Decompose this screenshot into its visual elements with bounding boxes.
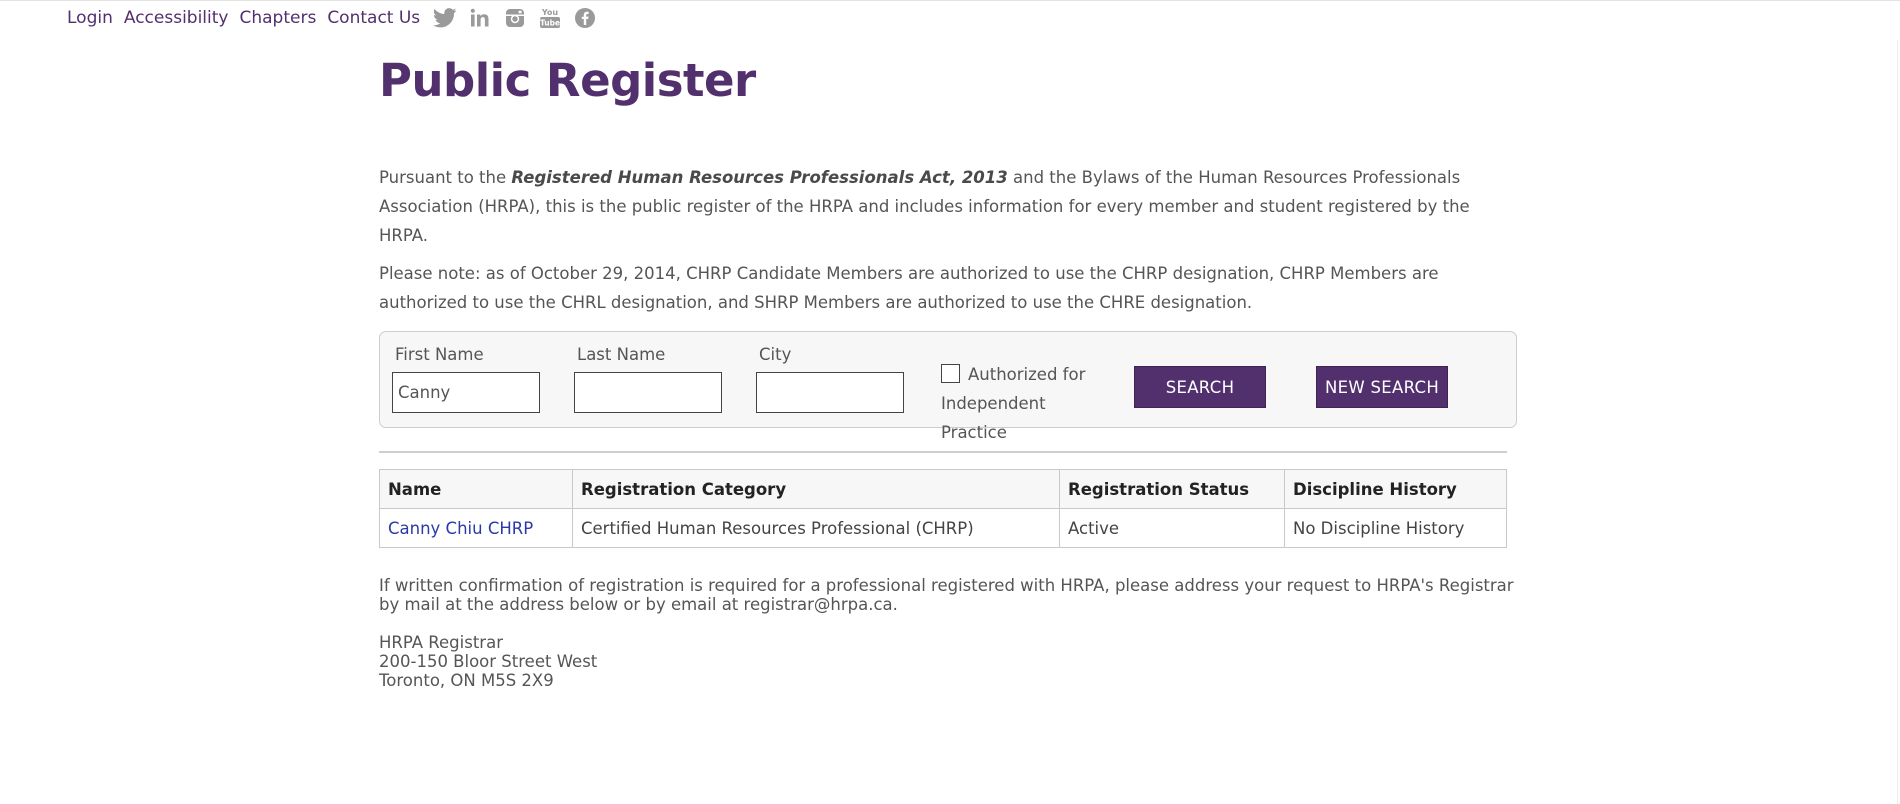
- first-name-input[interactable]: [392, 372, 540, 413]
- nav-accessibility-link[interactable]: Accessibility: [124, 8, 229, 28]
- member-name-link[interactable]: Canny Chiu CHRP: [388, 519, 533, 538]
- nav-chapters-link[interactable]: Chapters: [239, 8, 316, 28]
- city-label: City: [759, 345, 792, 364]
- act-name: Registered Human Resources Professionals…: [511, 168, 1008, 187]
- first-name-label: First Name: [395, 345, 484, 364]
- cell-registration-status: Active: [1059, 508, 1285, 548]
- table-header-row: Name Registration Category Registration …: [379, 469, 1507, 509]
- header-discipline-history: Discipline History: [1284, 469, 1507, 509]
- youtube-icon[interactable]: You Tube: [538, 7, 562, 29]
- cell-name: Canny Chiu CHRP: [379, 508, 573, 548]
- search-button[interactable]: SEARCH: [1134, 366, 1266, 408]
- registrar-address: HRPA Registrar 200-150 Bloor Street West…: [379, 633, 597, 690]
- intro-p1-prefix: Pursuant to the: [379, 168, 512, 187]
- social-links: You Tube: [433, 7, 608, 29]
- youtube-icon-text-bottom: Tube: [540, 19, 560, 28]
- search-form: First Name Last Name City Authorized for…: [379, 331, 1517, 442]
- new-search-button[interactable]: NEW SEARCH: [1316, 366, 1448, 408]
- address-line-1: HRPA Registrar: [379, 633, 503, 652]
- page-top-border: [0, 0, 1900, 1]
- table-row: Canny Chiu CHRP Certified Human Resource…: [379, 508, 1507, 548]
- page-right-border: [1897, 40, 1898, 804]
- top-nav: Login Accessibility Chapters Contact Us: [67, 5, 608, 31]
- results-divider: [379, 451, 1507, 453]
- intro-paragraph-1: Pursuant to the Registered Human Resourc…: [379, 163, 1519, 250]
- cell-discipline-history: No Discipline History: [1284, 508, 1507, 548]
- header-name: Name: [379, 469, 573, 509]
- page-title: Public Register: [379, 54, 756, 107]
- last-name-input[interactable]: [574, 372, 722, 413]
- last-name-label: Last Name: [577, 345, 666, 364]
- intro-paragraph-2: Please note: as of October 29, 2014, CHR…: [379, 264, 1439, 312]
- independent-practice-label[interactable]: Authorized for Independent Practice: [941, 360, 1116, 447]
- youtube-icon-text-top: You: [541, 8, 559, 17]
- cell-registration-category: Certified Human Resources Professional (…: [572, 508, 1060, 548]
- city-input[interactable]: [756, 372, 904, 413]
- results-table: Name Registration Category Registration …: [379, 469, 1507, 548]
- address-line-2: 200-150 Bloor Street West: [379, 652, 598, 671]
- facebook-icon[interactable]: [573, 7, 597, 29]
- twitter-icon[interactable]: [433, 7, 457, 29]
- header-registration-category: Registration Category: [572, 469, 1060, 509]
- nav-contact-us-link[interactable]: Contact Us: [327, 8, 420, 28]
- nav-login-link[interactable]: Login: [67, 8, 113, 28]
- address-line-3: Toronto, ON M5S 2X9: [379, 671, 554, 690]
- confirmation-note: If written confirmation of registration …: [379, 576, 1514, 614]
- intro-text: Pursuant to the Registered Human Resourc…: [379, 163, 1519, 326]
- header-registration-status: Registration Status: [1059, 469, 1285, 509]
- linkedin-icon[interactable]: [468, 7, 492, 29]
- instagram-icon[interactable]: [503, 7, 527, 29]
